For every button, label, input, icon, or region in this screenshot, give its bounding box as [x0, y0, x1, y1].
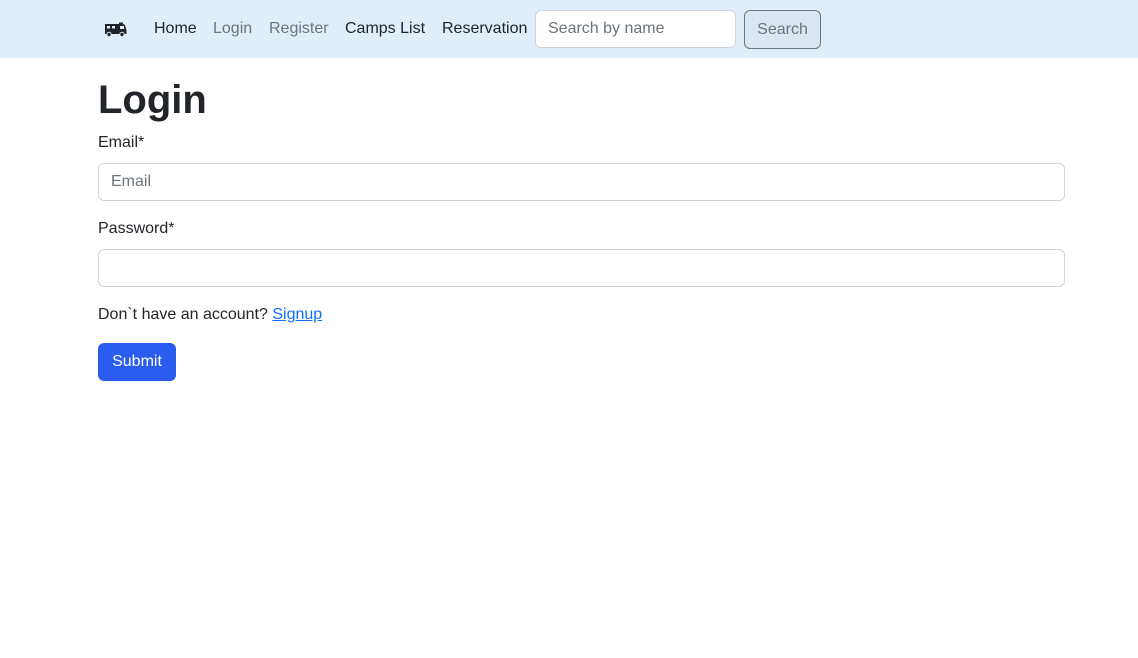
- nav-link-reservation[interactable]: Reservation: [442, 18, 527, 40]
- camper-van-icon[interactable]: [104, 21, 127, 37]
- nav-link-register[interactable]: Register: [269, 18, 329, 40]
- nav-link-home[interactable]: Home: [154, 18, 197, 40]
- nav-link-login[interactable]: Login: [213, 18, 252, 40]
- nav-link-camps-list[interactable]: Camps List: [345, 18, 425, 40]
- password-field[interactable]: [98, 249, 1065, 287]
- submit-button[interactable]: Submit: [98, 343, 176, 381]
- page-title: Login: [98, 78, 207, 122]
- password-label: Password*: [98, 220, 175, 237]
- search-button[interactable]: Search: [744, 10, 821, 49]
- search-input[interactable]: [535, 10, 736, 48]
- signup-prompt-text: Don`t have an account?: [98, 306, 268, 323]
- email-field[interactable]: [98, 163, 1065, 201]
- signup-link[interactable]: Signup: [272, 306, 322, 323]
- signup-prompt-line: Don`t have an account? Signup: [98, 304, 322, 326]
- email-label: Email*: [98, 134, 145, 151]
- navbar: Home Login Register Camps List Reservati…: [0, 0, 1138, 58]
